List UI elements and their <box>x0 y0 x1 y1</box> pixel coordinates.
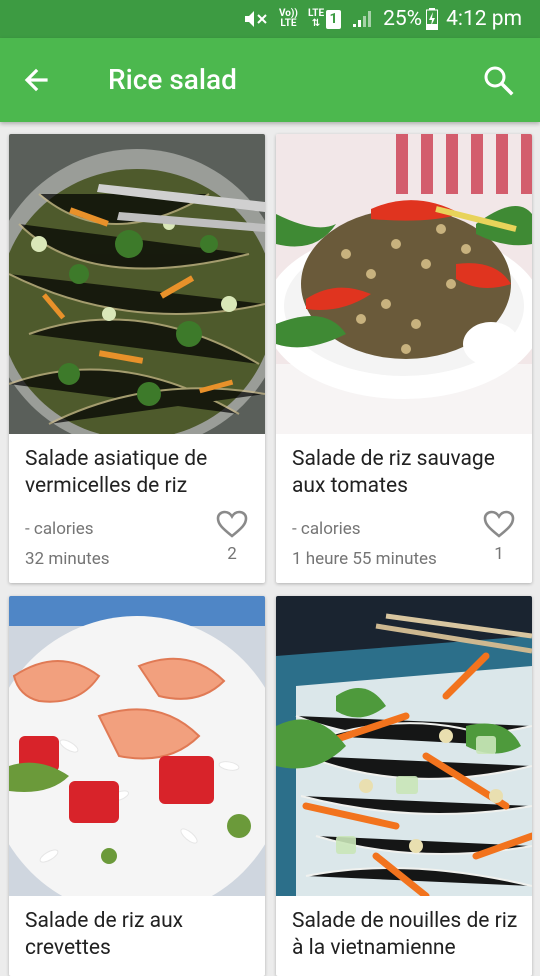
recipe-meta: - calories 1 heure 55 minutes <box>292 514 437 574</box>
sim-number: 1 <box>329 11 338 27</box>
heart-outline-icon[interactable] <box>216 510 248 538</box>
recipe-duration: 1 heure 55 minutes <box>292 549 437 569</box>
recipe-card[interactable]: Salade de riz sauvage aux tomates - calo… <box>276 134 532 583</box>
like-control[interactable]: 1 <box>482 510 516 564</box>
clock: 4:12 pm <box>446 7 522 31</box>
data-arrows-icon: ⇅ <box>311 18 321 29</box>
volte-label-bottom: LTE <box>280 18 297 29</box>
sim-icon: 1 <box>326 9 342 29</box>
recipe-calories: - calories <box>292 519 361 539</box>
app-bar: Rice salad <box>0 38 540 122</box>
recipe-card[interactable]: Salade de nouilles de riz à la vietnamie… <box>276 596 532 976</box>
signal-icon <box>351 9 373 29</box>
recipe-title: Salade de riz aux crevettes <box>25 909 184 960</box>
page-title: Rice salad <box>108 63 237 96</box>
search-icon[interactable] <box>482 64 514 96</box>
lte-icon: LTE ⇅ <box>308 9 324 29</box>
like-count: 2 <box>227 544 237 564</box>
recipe-image <box>9 134 265 434</box>
mute-icon <box>243 9 269 29</box>
like-count: 1 <box>494 544 504 564</box>
battery-charging-icon <box>426 8 439 30</box>
recipe-title: Salade asiatique de vermicelles de riz <box>25 447 208 498</box>
volte-icon: Vo)) LTE <box>279 9 298 29</box>
status-bar: Vo)) LTE LTE ⇅ 1 25% 4:12 pm <box>0 0 540 38</box>
battery-percent: 25% <box>383 7 423 31</box>
like-control[interactable]: 2 <box>215 510 249 564</box>
recipe-meta: - calories 32 minutes <box>25 514 109 574</box>
recipe-title: Salade de nouilles de riz à la vietnamie… <box>292 909 518 960</box>
recipe-calories: - calories <box>25 519 94 539</box>
recipe-title: Salade de riz sauvage aux tomates <box>292 447 495 498</box>
recipe-image <box>276 134 532 434</box>
recipe-card[interactable]: Salade de riz aux crevettes <box>9 596 265 976</box>
recipe-card[interactable]: Salade asiatique de vermicelles de riz -… <box>9 134 265 583</box>
heart-outline-icon[interactable] <box>483 510 515 538</box>
recipe-image <box>9 596 265 896</box>
recipe-duration: 32 minutes <box>25 549 110 569</box>
recipe-image <box>276 596 532 896</box>
back-arrow-icon[interactable] <box>20 64 52 96</box>
